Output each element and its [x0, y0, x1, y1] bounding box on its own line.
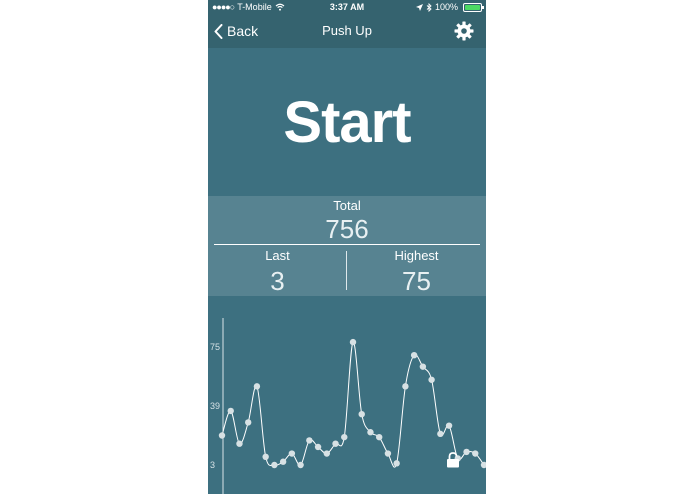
- data-point: [227, 407, 234, 415]
- total-value: 756: [325, 214, 369, 244]
- battery-percent: 100%: [434, 2, 458, 12]
- total-label: Total: [333, 198, 361, 213]
- data-point: [349, 338, 357, 346]
- data-point: [218, 432, 226, 439]
- data-point: [480, 461, 486, 469]
- status-right: 100%: [415, 0, 484, 14]
- last-label: Last: [265, 248, 290, 263]
- series-line: [221, 341, 485, 468]
- y-tick-label: 75: [210, 342, 220, 352]
- data-point: [262, 453, 269, 461]
- y-tick-label: 39: [210, 401, 220, 411]
- data-point: [297, 461, 304, 469]
- navigation-bar: Back Push Up: [208, 14, 486, 48]
- data-point: [288, 450, 296, 457]
- data-point: [314, 443, 322, 451]
- data-point: [402, 383, 409, 390]
- start-button[interactable]: Start: [283, 89, 411, 156]
- data-point: [279, 458, 287, 465]
- gear-icon[interactable]: [454, 21, 474, 41]
- data-point: [358, 410, 365, 418]
- start-area: Start: [208, 48, 486, 196]
- page-title: Push Up: [322, 23, 372, 38]
- data-point: [428, 376, 435, 383]
- data-point: [367, 429, 374, 436]
- data-point: [376, 433, 383, 441]
- stats-divider-horizontal: [214, 244, 480, 245]
- history-chart: 75 39 3: [210, 318, 486, 494]
- highest-label: Highest: [394, 248, 439, 263]
- battery-level: [465, 4, 480, 10]
- data-point: [445, 422, 453, 429]
- data-point: [245, 419, 252, 426]
- data-point: [323, 450, 330, 457]
- data-point: [463, 448, 470, 456]
- status-bar: ●●●●○ T-Mobile 3:37 AM 100%: [208, 0, 486, 14]
- lock-icon[interactable]: [446, 452, 460, 468]
- highest-value: 75: [402, 266, 431, 296]
- data-point: [437, 430, 444, 438]
- phone-screen: ●●●●○ T-Mobile 3:37 AM 100% Back Push Up…: [208, 0, 486, 494]
- y-tick-label: 3: [210, 460, 215, 470]
- data-point: [472, 450, 479, 457]
- last-value: 3: [270, 266, 285, 296]
- data-point: [410, 351, 418, 359]
- data-point: [236, 440, 243, 447]
- data-point: [384, 450, 392, 457]
- battery-icon: [463, 2, 484, 12]
- data-point: [271, 461, 278, 469]
- data-point: [306, 437, 313, 444]
- data-point: [341, 433, 348, 441]
- data-point: [332, 440, 339, 447]
- stats-panel: Total 756 Last 3 Highest 75: [208, 196, 486, 296]
- bluetooth-icon: [426, 2, 432, 12]
- data-point: [393, 460, 400, 467]
- data-point: [419, 363, 427, 370]
- location-icon: [415, 3, 423, 11]
- data-point: [253, 383, 261, 390]
